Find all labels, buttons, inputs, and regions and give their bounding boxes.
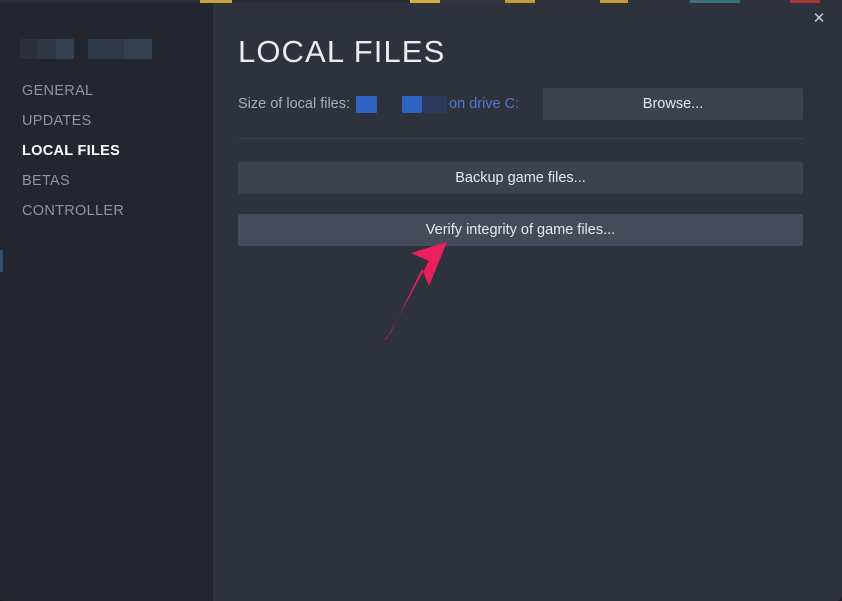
page-title: LOCAL FILES (238, 34, 446, 69)
active-item-accent (0, 250, 3, 272)
local-files-panel: ✕ LOCAL FILES Size of local files: on dr… (213, 3, 842, 601)
redacted-free-space-value (402, 95, 423, 113)
sidebar-item-local-files[interactable]: LOCAL FILES (22, 143, 120, 159)
section-divider (238, 138, 803, 139)
redaction-block (124, 39, 152, 59)
properties-sidebar: GENERAL UPDATES LOCAL FILES BETAS CONTRO… (0, 3, 213, 601)
browse-button[interactable]: Browse... (543, 88, 803, 120)
sidebar-item-general[interactable]: GENERAL (22, 83, 93, 99)
size-of-local-files-row: Size of local files: on drive C: (238, 94, 519, 114)
redacted-game-title (20, 39, 160, 59)
game-properties-dialog: GENERAL UPDATES LOCAL FILES BETAS CONTRO… (0, 3, 842, 601)
redacted-free-space-value-selected (422, 95, 448, 113)
backup-game-files-button[interactable]: Backup game files... (238, 162, 803, 194)
sidebar-item-betas[interactable]: BETAS (22, 173, 70, 189)
close-icon[interactable]: ✕ (805, 5, 833, 31)
redacted-size-value (356, 95, 378, 113)
drive-letter-text: on drive C: (449, 96, 520, 112)
verify-integrity-button[interactable]: Verify integrity of game files... (238, 214, 803, 246)
size-of-local-files-label: Size of local files: (238, 96, 351, 112)
redaction-block (38, 39, 58, 59)
redaction-block (88, 39, 124, 59)
sidebar-item-controller[interactable]: CONTROLLER (22, 203, 124, 219)
sidebar-item-updates[interactable]: UPDATES (22, 113, 92, 129)
redaction-block (56, 39, 74, 59)
